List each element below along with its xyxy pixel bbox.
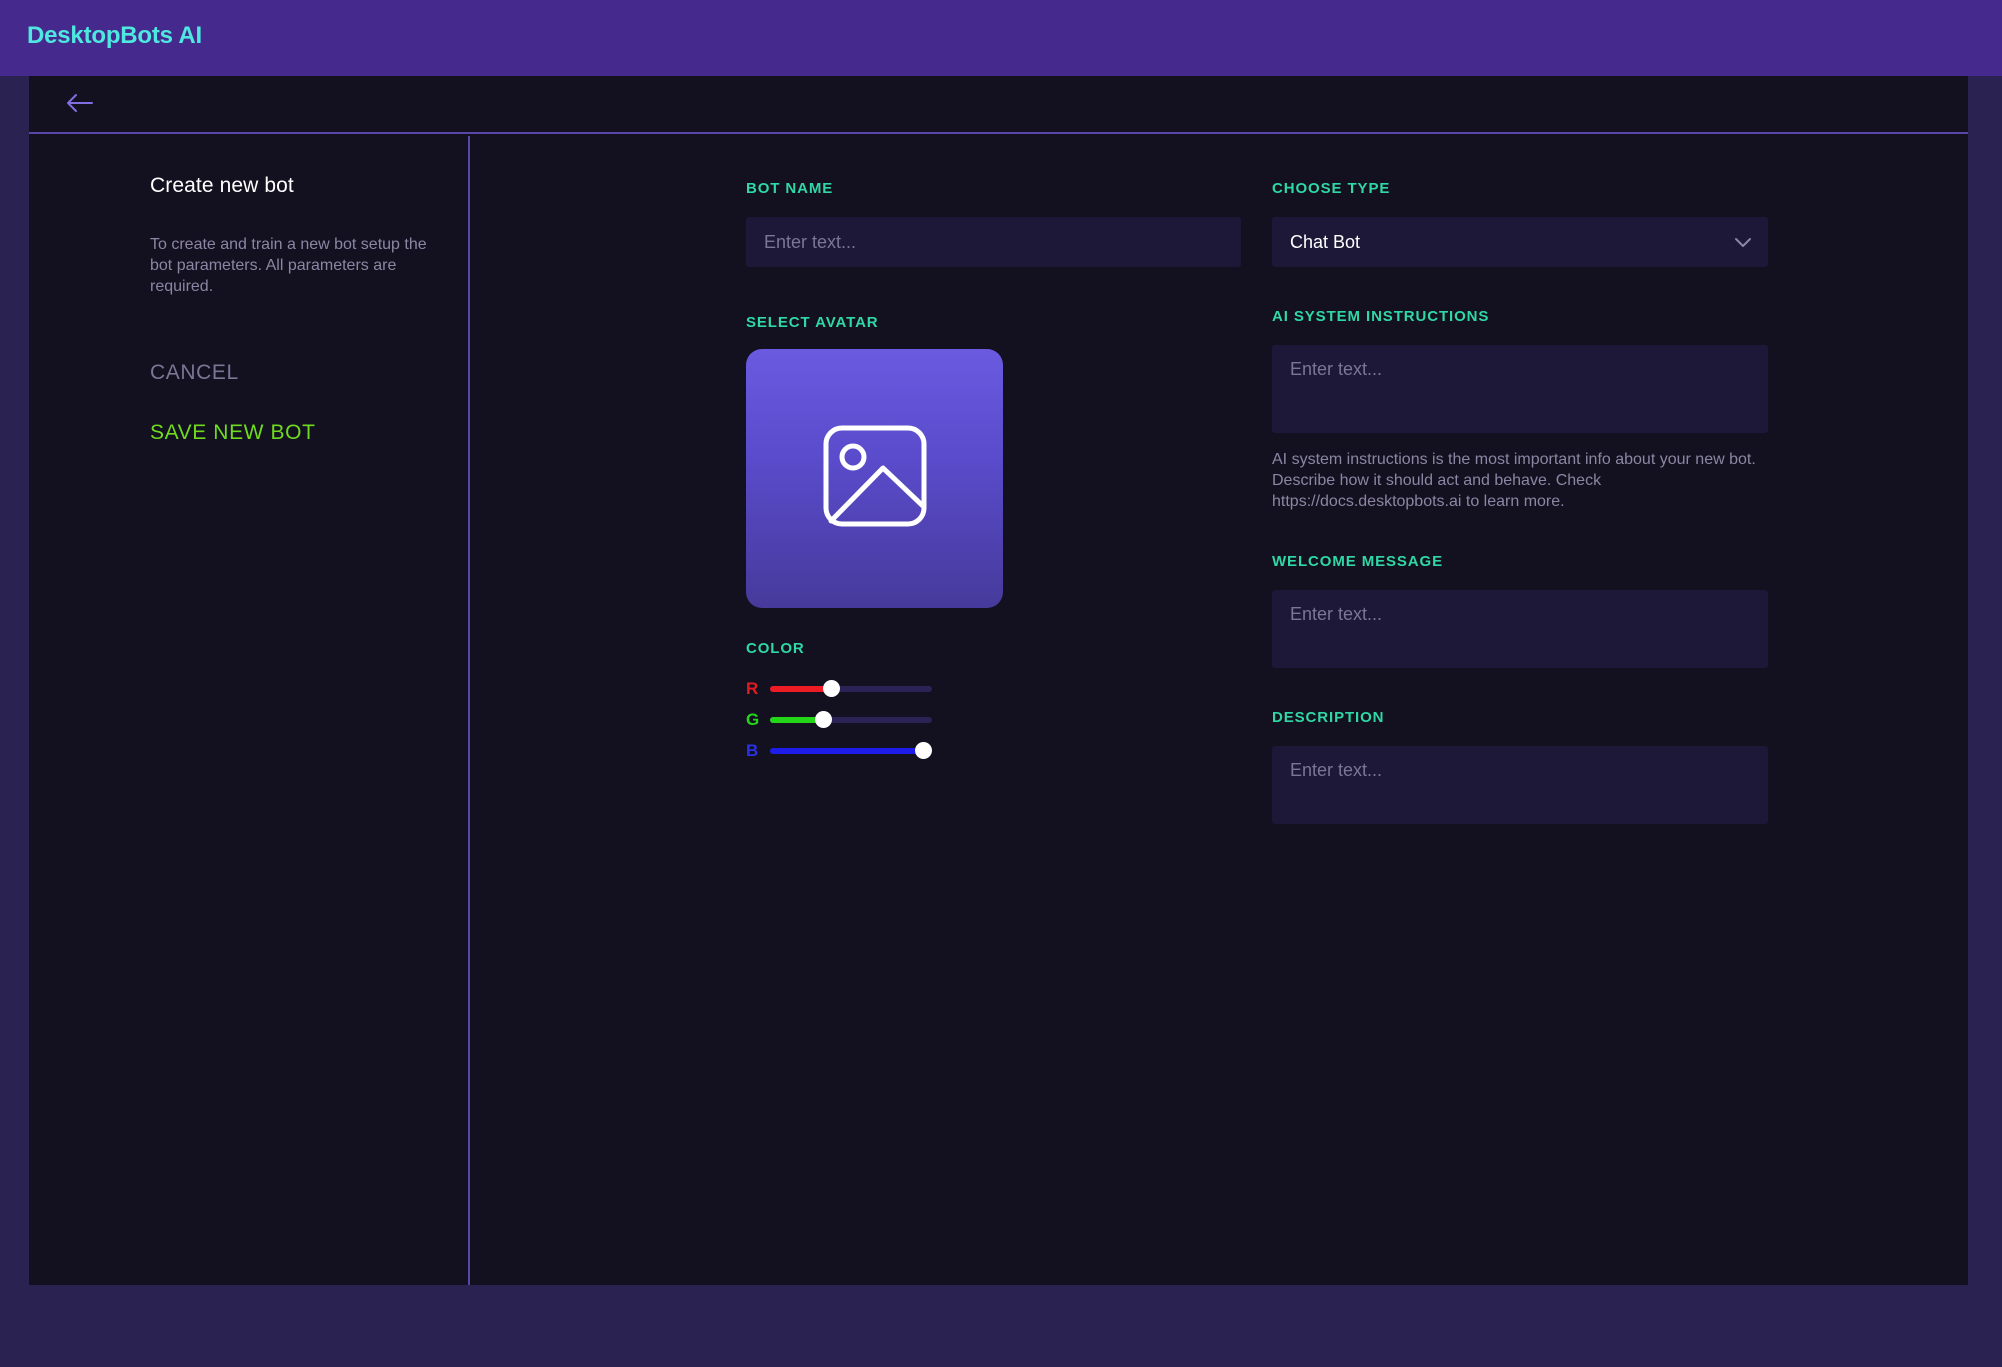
welcome-message-section: WELCOME MESSAGE	[1272, 553, 1768, 668]
image-placeholder-icon	[822, 424, 928, 533]
description-textarea[interactable]	[1272, 746, 1768, 824]
right-form-column: CHOOSE TYPE Chat Bot AI SYSTEM INSTRUCTI…	[1272, 180, 1768, 824]
arrow-left-icon	[64, 90, 94, 121]
slider-letter-green: G	[746, 710, 770, 730]
choose-type-field-wrap: Chat Bot	[1272, 217, 1768, 267]
rgb-slider-group: R G B	[746, 673, 1241, 766]
panel-body: Create new bot To create and train a new…	[29, 136, 1968, 1285]
cancel-button[interactable]: CANCEL	[150, 361, 239, 385]
save-new-bot-button[interactable]: SAVE NEW BOT	[150, 421, 430, 445]
choose-type-select[interactable]: Chat Bot	[1272, 217, 1768, 267]
bot-name-input[interactable]	[746, 217, 1241, 267]
left-info-column: Create new bot To create and train a new…	[150, 174, 430, 445]
panel-header	[29, 76, 1968, 134]
system-instructions-textarea[interactable]	[1272, 345, 1768, 433]
column-divider	[468, 136, 470, 1285]
blue-slider-fill	[770, 748, 924, 754]
choose-type-section: CHOOSE TYPE Chat Bot	[1272, 180, 1768, 267]
page-description: To create and train a new bot setup the …	[150, 234, 430, 297]
slider-row-blue: B	[746, 735, 1241, 766]
page-title: Create new bot	[150, 174, 430, 198]
bot-name-field-wrap	[746, 217, 1241, 267]
welcome-message-textarea[interactable]	[1272, 590, 1768, 668]
description-label: DESCRIPTION	[1272, 709, 1768, 726]
red-slider-thumb[interactable]	[823, 680, 840, 697]
back-button[interactable]	[59, 88, 99, 122]
welcome-message-field-wrap	[1272, 590, 1768, 668]
blue-slider-track[interactable]	[770, 748, 932, 754]
green-slider-thumb[interactable]	[815, 711, 832, 728]
red-slider-track[interactable]	[770, 686, 932, 692]
description-field-wrap	[1272, 746, 1768, 824]
bot-name-label: BOT NAME	[746, 180, 1241, 197]
main-panel: Create new bot To create and train a new…	[29, 76, 1968, 1285]
description-section: DESCRIPTION	[1272, 709, 1768, 824]
choose-type-label: CHOOSE TYPE	[1272, 180, 1768, 197]
system-instructions-section: AI SYSTEM INSTRUCTIONS AI system instruc…	[1272, 308, 1768, 512]
slider-letter-red: R	[746, 679, 770, 699]
system-instructions-field-wrap	[1272, 345, 1768, 433]
system-instructions-helper-text: AI system instructions is the most impor…	[1272, 449, 1768, 512]
choose-type-selected-value: Chat Bot	[1290, 232, 1360, 253]
slider-row-green: G	[746, 704, 1241, 735]
system-instructions-label: AI SYSTEM INSTRUCTIONS	[1272, 308, 1768, 325]
welcome-message-label: WELCOME MESSAGE	[1272, 553, 1768, 570]
blue-slider-thumb[interactable]	[915, 742, 932, 759]
slider-row-red: R	[746, 673, 1241, 704]
middle-form-column: BOT NAME SELECT AVATAR COLOR R	[746, 180, 1241, 766]
avatar-picker[interactable]	[746, 349, 1003, 608]
app-header-bar: DesktopBots AI	[0, 0, 2002, 76]
green-slider-track[interactable]	[770, 717, 932, 723]
select-avatar-label: SELECT AVATAR	[746, 314, 1241, 331]
slider-letter-blue: B	[746, 741, 770, 761]
app-logo: DesktopBots AI	[27, 22, 202, 50]
color-label: COLOR	[746, 640, 1241, 657]
